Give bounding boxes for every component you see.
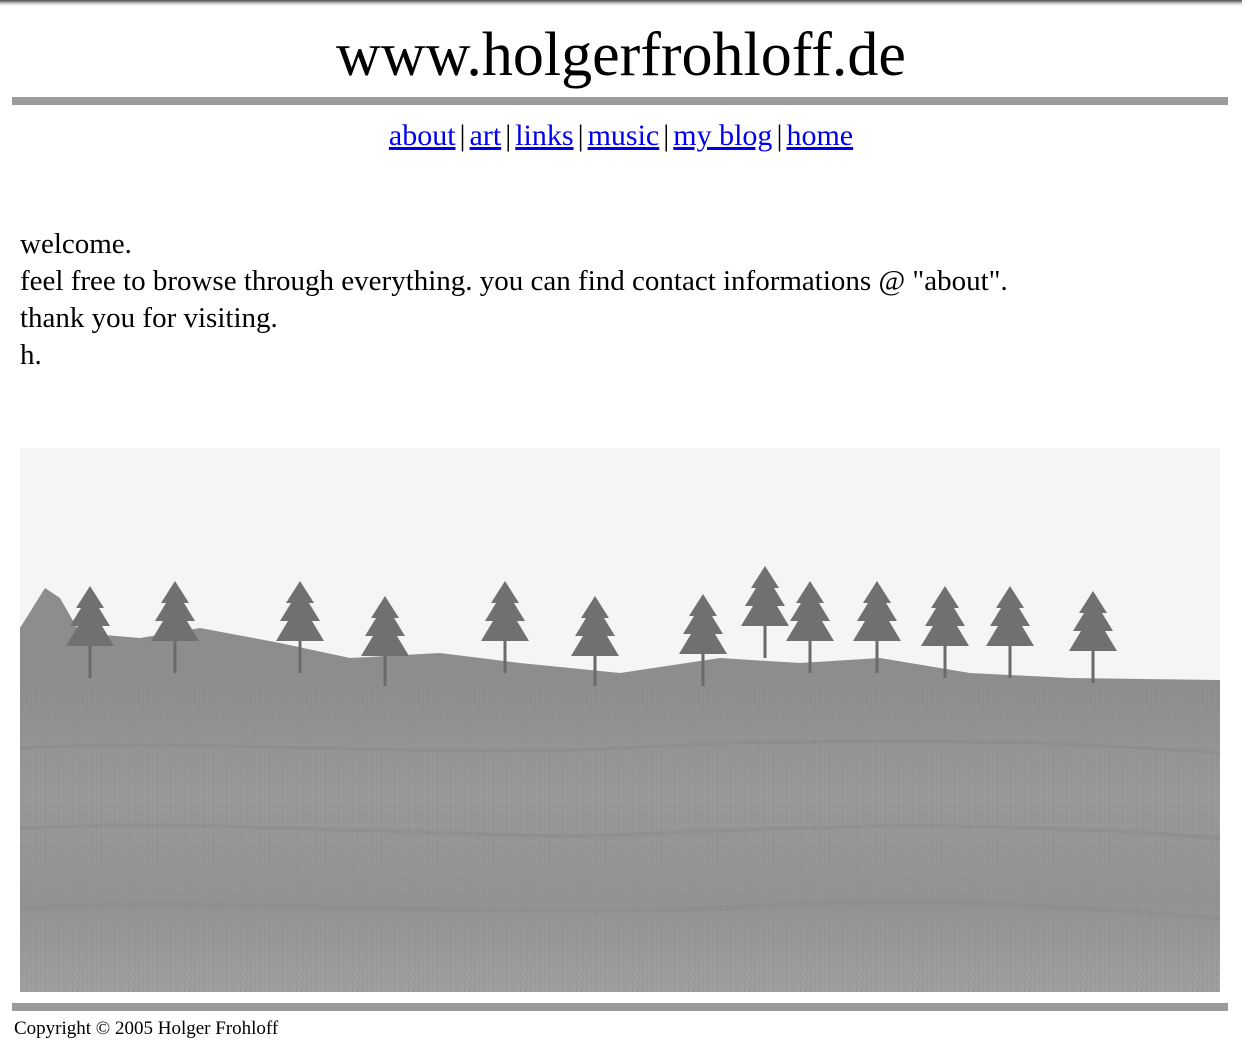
browse-line: feel free to browse through everything. … [20, 265, 1008, 297]
landscape-photo [20, 448, 1220, 992]
nav-link-music[interactable]: music [588, 119, 660, 152]
nav-separator: | [776, 119, 783, 152]
copyright-notice: Copyright © 2005 Holger Frohloff [14, 1018, 279, 1039]
thanks-line: thank you for visiting. [20, 302, 278, 334]
welcome-message: welcome. feel free to browse through eve… [20, 226, 1220, 374]
window-top-shadow [0, 0, 1242, 6]
welcome-line: welcome. [20, 228, 132, 260]
nav-separator: | [505, 119, 512, 152]
nav-separator: | [459, 119, 466, 152]
signature-line: h. [20, 339, 42, 371]
nav-link-home[interactable]: home [786, 119, 853, 152]
nav-link-my-blog[interactable]: my blog [673, 119, 772, 152]
main-nav: about | art | links | music | my blog | home [0, 116, 1242, 156]
header-divider [12, 97, 1228, 105]
nav-separator: | [577, 119, 584, 152]
nav-link-art[interactable]: art [470, 119, 502, 152]
nav-link-links[interactable]: links [515, 119, 573, 152]
nav-link-about[interactable]: about [389, 119, 456, 152]
footer-divider [12, 1003, 1228, 1011]
nav-separator: | [663, 119, 670, 152]
site-title: www.holgerfrohloff.de [336, 21, 906, 89]
